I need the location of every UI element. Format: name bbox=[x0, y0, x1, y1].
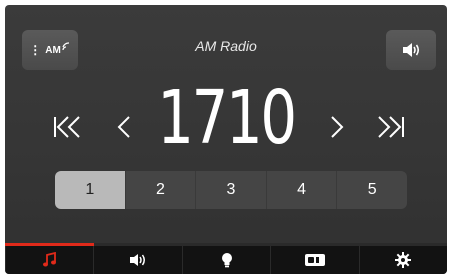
preset-button-4[interactable]: 4 bbox=[265, 171, 337, 209]
speaker-icon bbox=[403, 43, 420, 57]
active-tab-indicator-track bbox=[5, 243, 447, 246]
bottom-nav-bar bbox=[5, 243, 447, 274]
page-title: AM Radio bbox=[195, 38, 257, 54]
preset-button-5[interactable]: 5 bbox=[336, 171, 407, 209]
tab-settings[interactable] bbox=[358, 243, 447, 274]
step-forward-icon bbox=[331, 116, 344, 138]
tab-lighting[interactable] bbox=[181, 243, 270, 274]
gear-icon bbox=[395, 252, 412, 268]
radio-screen: ⋮ AM AM Radio 1710 1 2 3 4 5 bbox=[5, 5, 447, 274]
preset-button-1[interactable]: 1 bbox=[55, 171, 125, 209]
step-forward-button[interactable] bbox=[319, 109, 355, 145]
preset-button-3[interactable]: 3 bbox=[195, 171, 266, 209]
active-tab-indicator bbox=[5, 243, 94, 246]
volume-button[interactable] bbox=[386, 30, 436, 70]
preset-bar: 1 2 3 4 5 bbox=[55, 171, 407, 209]
seek-forward-icon bbox=[378, 116, 404, 138]
volume-icon bbox=[130, 254, 146, 266]
preset-button-2[interactable]: 2 bbox=[124, 171, 196, 209]
seek-forward-button[interactable] bbox=[373, 109, 409, 145]
phone-display-icon bbox=[304, 254, 325, 266]
tab-volume[interactable] bbox=[93, 243, 181, 274]
light-bulb-icon bbox=[221, 253, 232, 268]
tab-phone[interactable] bbox=[270, 243, 358, 274]
tab-audio[interactable] bbox=[5, 243, 93, 274]
music-note-icon bbox=[42, 252, 56, 267]
